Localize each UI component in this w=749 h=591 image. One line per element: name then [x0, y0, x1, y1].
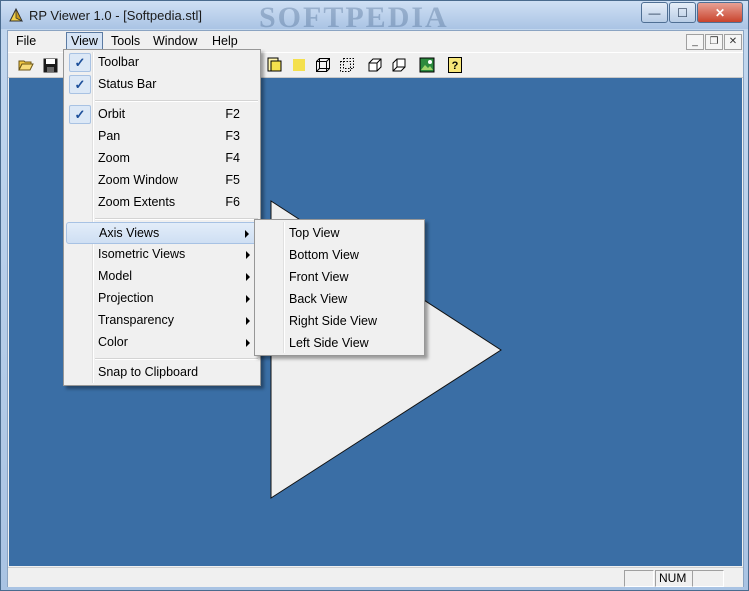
close-icon: ✕	[714, 5, 726, 20]
menu-separator	[95, 100, 258, 102]
submenu-arrow-icon	[246, 251, 250, 259]
menu-item-label: Transparency	[98, 313, 174, 327]
menu-item-model[interactable]: Model	[66, 266, 258, 286]
open-icon[interactable]	[17, 56, 35, 74]
points-icon[interactable]	[338, 56, 356, 74]
menu-item-label: Back View	[289, 292, 348, 306]
iso-view-2-icon[interactable]	[390, 56, 408, 74]
menu-item-label: Status Bar	[98, 77, 157, 91]
menu-window[interactable]: Window	[149, 33, 201, 50]
mdi-close-button[interactable]: ✕	[724, 34, 742, 50]
check-icon: ✓	[69, 105, 91, 124]
menu-item-pan[interactable]: Pan F3	[66, 126, 258, 146]
menu-item-label: Top View	[289, 226, 340, 240]
help-icon[interactable]: ?	[446, 56, 464, 74]
view-menu: ✓ Toolbar ✓ Status Bar ✓ Orbit F2 Pan F3…	[63, 49, 261, 386]
menu-item-label: Isometric Views	[98, 247, 186, 261]
menu-item-bottom-view[interactable]: Bottom View	[257, 245, 422, 265]
submenu-arrow-icon	[246, 339, 250, 347]
menu-item-isometric-views[interactable]: Isometric Views	[66, 244, 258, 264]
submenu-arrow-icon	[246, 295, 250, 303]
menu-item-label: Snap to Clipboard	[98, 365, 199, 379]
status-panel-num: NUM	[655, 570, 693, 587]
menu-item-snap-to-clipboard[interactable]: Snap to Clipboard	[66, 362, 258, 382]
maximize-button[interactable]: ☐	[669, 2, 696, 23]
menu-item-zoom-extents[interactable]: Zoom Extents F6	[66, 192, 258, 212]
menu-item-label: Pan	[98, 129, 121, 143]
menu-item-status-bar[interactable]: ✓ Status Bar	[66, 74, 258, 94]
snapshot-icon[interactable]	[418, 56, 436, 74]
menu-item-top-view[interactable]: Top View	[257, 223, 422, 243]
menu-item-toolbar[interactable]: ✓ Toolbar	[66, 52, 258, 72]
menu-tools[interactable]: Tools	[107, 33, 144, 50]
axis-views-submenu: Top View Bottom View Front View Back Vie…	[254, 219, 425, 356]
app-icon	[9, 7, 23, 22]
menu-item-label: Zoom	[98, 151, 130, 165]
menu-item-projection[interactable]: Projection	[66, 288, 258, 308]
maximize-icon: ☐	[677, 5, 688, 20]
status-panel-scroll	[692, 570, 724, 587]
menu-item-zoom[interactable]: Zoom F4	[66, 148, 258, 168]
save-icon[interactable]	[41, 56, 59, 74]
window-title: RP Viewer 1.0 - [Softpedia.stl]	[29, 8, 202, 23]
cube-solid-icon[interactable]	[290, 56, 308, 74]
minimize-button[interactable]: —	[641, 2, 668, 23]
menu-item-label: Projection	[98, 291, 154, 305]
menu-file[interactable]: File	[12, 33, 40, 50]
menu-item-back-view[interactable]: Back View	[257, 289, 422, 309]
submenu-arrow-icon	[246, 273, 250, 281]
menu-item-color[interactable]: Color	[66, 332, 258, 352]
menu-item-orbit[interactable]: ✓ Orbit F2	[66, 104, 258, 124]
status-bar: NUM	[8, 567, 743, 587]
submenu-arrow-icon	[245, 230, 249, 238]
menu-item-label: Zoom Extents	[98, 195, 176, 209]
close-button[interactable]: ✕	[697, 2, 743, 23]
minimize-icon: —	[648, 5, 661, 20]
menu-item-shortcut: F2	[225, 107, 240, 121]
mdi-restore-button[interactable]: ❐	[705, 34, 723, 50]
menu-separator	[95, 358, 258, 360]
cube-yellow-icon[interactable]	[266, 56, 284, 74]
submenu-arrow-icon	[246, 317, 250, 325]
menu-item-right-side-view[interactable]: Right Side View	[257, 311, 422, 331]
status-panel-caps	[624, 570, 654, 587]
menu-item-label: Bottom View	[289, 248, 359, 262]
menu-item-shortcut: F6	[225, 195, 240, 209]
menu-item-label: Orbit	[98, 107, 126, 121]
menu-bar: File View Tools Window Help _ ❐ ✕	[8, 31, 743, 51]
menu-item-label: Zoom Window	[98, 173, 178, 187]
title-bar[interactable]: RP Viewer 1.0 - [Softpedia.stl] SOFTPEDI…	[1, 1, 748, 34]
menu-item-label: Front View	[289, 270, 349, 284]
menu-item-axis-views[interactable]: Axis Views	[66, 222, 258, 244]
check-icon: ✓	[69, 75, 91, 94]
mdi-minimize-button[interactable]: _	[686, 34, 704, 50]
menu-item-label: Left Side View	[289, 336, 369, 350]
menu-item-shortcut: F4	[225, 151, 240, 165]
check-icon: ✓	[69, 53, 91, 72]
wireframe-icon[interactable]	[314, 56, 332, 74]
menu-item-zoom-window[interactable]: Zoom Window F5	[66, 170, 258, 190]
menu-item-transparency[interactable]: Transparency	[66, 310, 258, 330]
menu-item-label: Toolbar	[98, 55, 139, 69]
menu-item-label: Right Side View	[289, 314, 378, 328]
menu-item-left-side-view[interactable]: Left Side View	[257, 333, 422, 353]
menu-item-shortcut: F3	[225, 129, 240, 143]
menu-item-label: Axis Views	[99, 226, 160, 240]
menu-separator	[95, 218, 258, 220]
menu-help[interactable]: Help	[208, 33, 242, 50]
menu-item-front-view[interactable]: Front View	[257, 267, 422, 287]
menu-item-label: Model	[98, 269, 133, 283]
iso-view-1-icon[interactable]	[366, 56, 384, 74]
menu-item-shortcut: F5	[225, 173, 240, 187]
menu-item-label: Color	[98, 335, 128, 349]
svg-text:?: ?	[452, 60, 459, 72]
